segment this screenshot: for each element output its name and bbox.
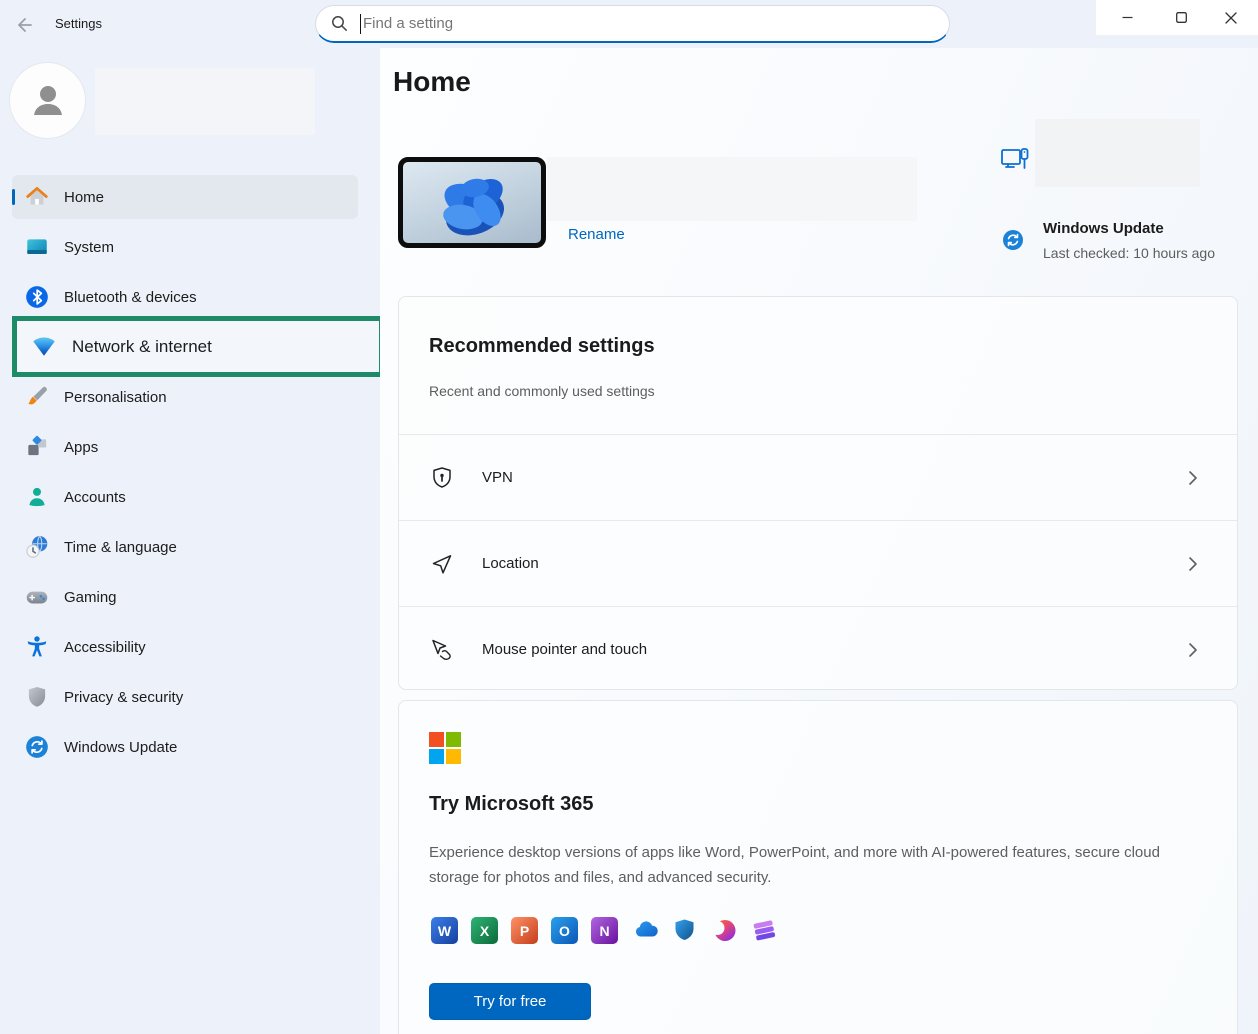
gamepad-icon (24, 584, 50, 610)
designer-icon (711, 917, 738, 944)
text-caret (360, 14, 361, 34)
title-bar: Settings (0, 0, 1258, 48)
card-title: Recommended settings (429, 335, 655, 358)
sidebar-item-label: Apps (64, 439, 98, 456)
maximize-button[interactable] (1158, 0, 1204, 35)
system-icon (24, 234, 50, 260)
setting-row-mouse-pointer-touch[interactable]: Mouse pointer and touch (399, 607, 1237, 693)
user-avatar[interactable] (10, 63, 85, 138)
accounts-person-icon (24, 484, 50, 510)
selected-indicator (12, 189, 15, 205)
sidebar-item-system[interactable]: System (12, 225, 358, 269)
setting-row-label: Mouse pointer and touch (482, 641, 647, 658)
sidebar-item-label: Windows Update (64, 739, 177, 756)
sidebar-item-label: Time & language (64, 539, 177, 556)
home-icon (24, 184, 50, 210)
sidebar-item-bluetooth[interactable]: Bluetooth & devices (12, 275, 358, 319)
sidebar-item-label: System (64, 239, 114, 256)
sidebar-item-time-language[interactable]: Time & language (12, 525, 358, 569)
window-controls (1096, 0, 1258, 35)
search-icon (331, 15, 348, 32)
vpn-shield-icon (429, 465, 455, 491)
maximize-icon (1175, 11, 1188, 24)
outlook-icon: O (551, 917, 578, 944)
person-icon (26, 79, 70, 123)
sidebar-item-label: Gaming (64, 589, 117, 606)
device-connectivity-icon (998, 144, 1032, 178)
sidebar-item-network-internet[interactable]: Network & internet (72, 337, 212, 357)
close-icon (1224, 11, 1238, 25)
onedrive-icon (631, 917, 658, 944)
minimize-icon (1121, 11, 1134, 24)
apps-icon (24, 434, 50, 460)
sidebar-item-privacy-security[interactable]: Privacy & security (12, 675, 358, 719)
m365-title: Try Microsoft 365 (429, 793, 594, 816)
sidebar-item-apps[interactable]: Apps (12, 425, 358, 469)
wifi-icon (30, 333, 58, 361)
update-status-subtitle: Last checked: 10 hours ago (1043, 245, 1215, 261)
microsoft-365-card: Try Microsoft 365 Experience desktop ver… (398, 700, 1238, 1034)
search-box[interactable] (315, 5, 950, 43)
powerpoint-icon: P (511, 917, 538, 944)
sidebar-item-accessibility[interactable]: Accessibility (12, 625, 358, 669)
sidebar-item-label: Home (64, 189, 104, 206)
word-icon: W (431, 917, 458, 944)
time-language-icon (24, 534, 50, 560)
accessibility-icon (24, 634, 50, 660)
sidebar-item-label: Accessibility (64, 639, 146, 656)
search-input[interactable] (363, 15, 949, 32)
annotation-highlight-box: Network & internet (12, 316, 384, 377)
settings-window: Settings (0, 0, 1258, 1034)
privacy-shield-icon (24, 684, 50, 710)
try-for-free-button[interactable]: Try for free (429, 983, 591, 1020)
defender-icon (671, 917, 698, 944)
sidebar-item-label: Accounts (64, 489, 126, 506)
windows-update-icon (24, 734, 50, 760)
back-arrow-icon (12, 14, 34, 36)
microsoft-logo-icon (429, 732, 461, 764)
sidebar-item-personalisation[interactable]: Personalisation (12, 375, 358, 419)
sidebar-item-accounts[interactable]: Accounts (12, 475, 358, 519)
network-name-placeholder (1035, 119, 1200, 187)
bloom-wallpaper (403, 162, 541, 243)
device-name-placeholder (547, 157, 917, 221)
sidebar-item-gaming[interactable]: Gaming (12, 575, 358, 619)
setting-row-location[interactable]: Location (399, 521, 1237, 607)
update-status-title: Windows Update (1043, 220, 1164, 237)
windows-update-status[interactable]: Windows Update Last checked: 10 hours ag… (1001, 220, 1241, 266)
clipchamp-icon (751, 917, 778, 944)
close-button[interactable] (1208, 0, 1254, 35)
chevron-right-icon (1185, 468, 1201, 488)
sidebar-item-label: Bluetooth & devices (64, 289, 197, 306)
sidebar-item-home[interactable]: Home (12, 175, 358, 219)
device-thumbnail (398, 157, 546, 248)
mouse-pointer-icon (429, 637, 455, 663)
username-placeholder (95, 68, 315, 135)
excel-icon: X (471, 917, 498, 944)
recommended-settings-card: Recommended settings Recent and commonly… (398, 296, 1238, 690)
setting-row-vpn[interactable]: VPN (399, 435, 1237, 521)
onenote-icon: N (591, 917, 618, 944)
windows-update-icon (1001, 228, 1025, 252)
sidebar-item-windows-update[interactable]: Windows Update (12, 725, 358, 769)
chevron-right-icon (1185, 640, 1201, 660)
setting-row-label: Location (482, 555, 539, 572)
app-title: Settings (55, 16, 102, 31)
back-button[interactable] (12, 14, 34, 36)
sidebar-item-label: Personalisation (64, 389, 167, 406)
chevron-right-icon (1185, 554, 1201, 574)
m365-app-icons: W X P O N (431, 917, 778, 944)
bluetooth-icon (24, 284, 50, 310)
rename-link[interactable]: Rename (568, 226, 625, 243)
sidebar-item-label: Privacy & security (64, 689, 183, 706)
card-subtitle: Recent and commonly used settings (429, 383, 655, 399)
minimize-button[interactable] (1104, 0, 1150, 35)
m365-description: Experience desktop versions of apps like… (429, 840, 1179, 890)
setting-row-label: VPN (482, 469, 513, 486)
personalisation-brush-icon (24, 384, 50, 410)
location-arrow-icon (429, 551, 455, 577)
page-title: Home (393, 66, 471, 98)
